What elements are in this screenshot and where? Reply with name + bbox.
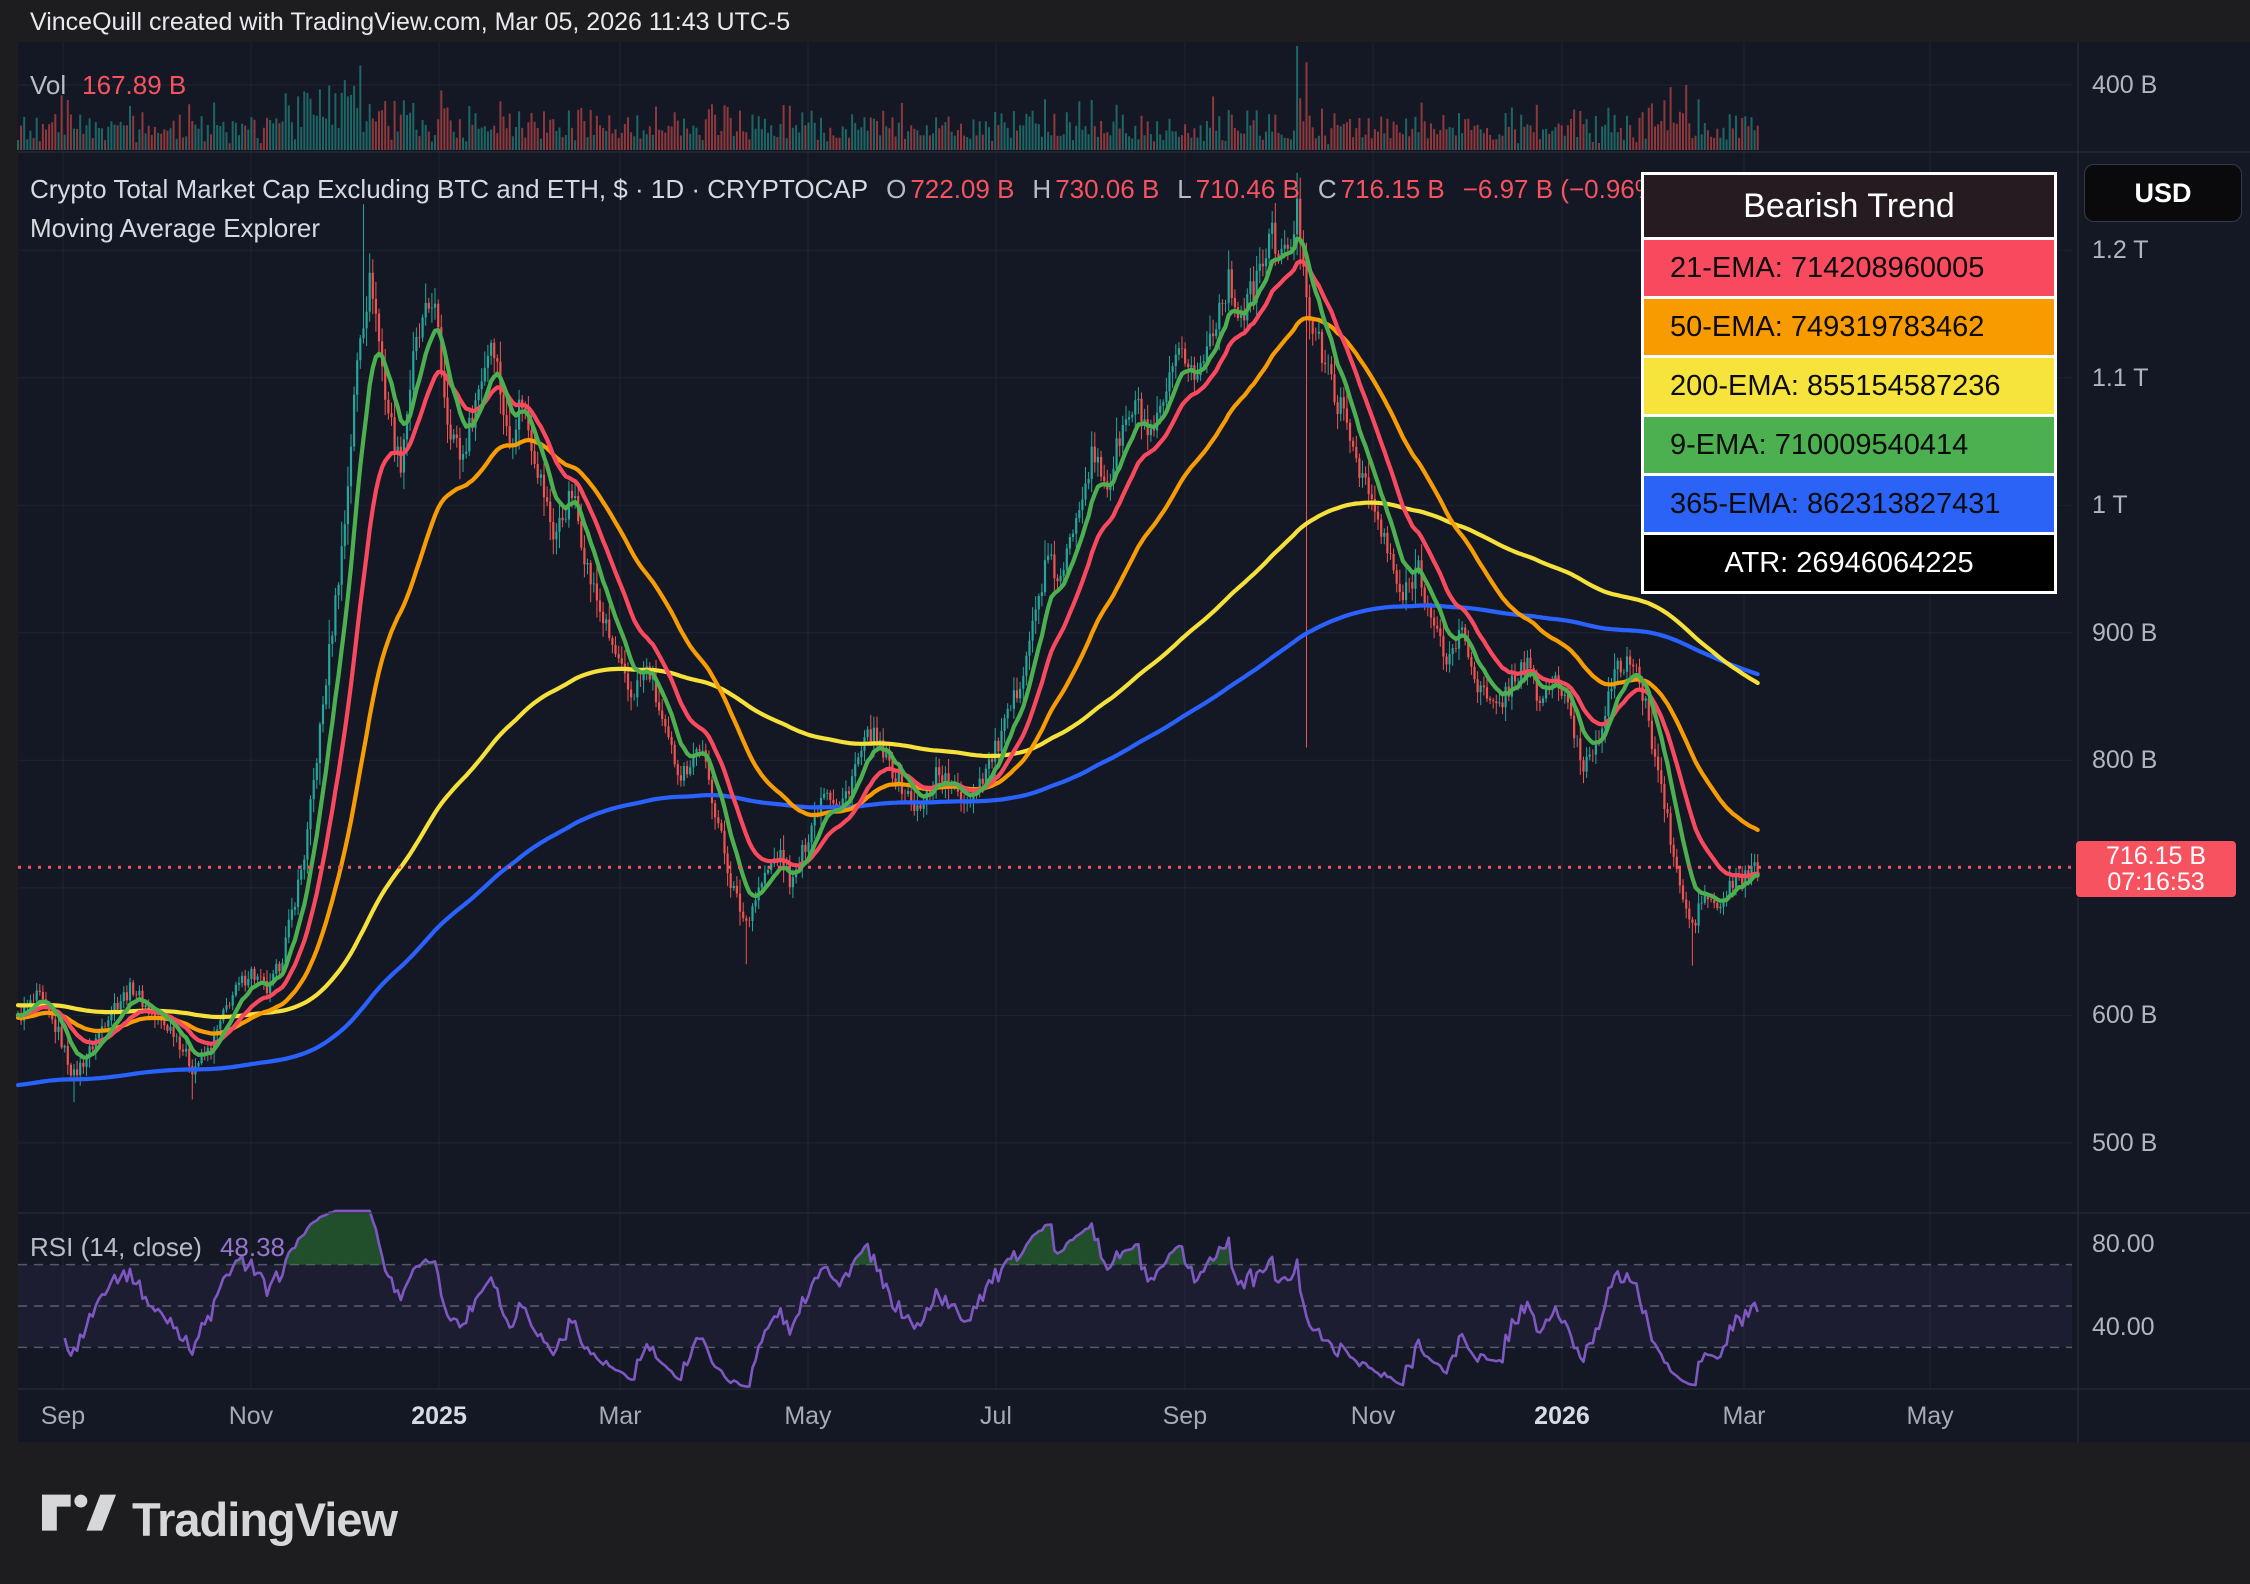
time-axis-month-label: Nov <box>1323 1402 1423 1431</box>
tradingview-logo[interactable]: TradingView <box>42 1492 397 1547</box>
legend-row: ATR: 26946064225 <box>1644 532 2054 591</box>
ohlc-close-label: C <box>1318 174 1337 205</box>
time-axis-month-label: May <box>1880 1402 1980 1431</box>
ohlc-high-label: H <box>1032 174 1051 205</box>
price-axis-tick: 600 B <box>2092 1001 2157 1030</box>
ma-explorer-legend: Bearish Trend 21-EMA: 71420896000550-EMA… <box>1641 172 2057 594</box>
last-price-value: 716.15 B <box>2076 843 2236 869</box>
volume-label[interactable]: Vol <box>30 70 66 101</box>
time-axis-month-label: Mar <box>570 1402 670 1431</box>
ohlc-low-label: L <box>1177 174 1191 205</box>
time-axis-year-label: 2026 <box>1512 1402 1612 1431</box>
ohlc-high-value: 730.06 B <box>1055 174 1159 205</box>
legend-rows: 21-EMA: 71420896000550-EMA: 749319783462… <box>1644 237 2054 591</box>
legend-row: 21-EMA: 714208960005 <box>1644 237 2054 296</box>
ohlc-high: H730.06 B <box>1032 174 1159 205</box>
tradingview-logo-text: TradingView <box>132 1492 397 1547</box>
last-price-label: 716.15 B 07:16:53 <box>2076 841 2236 897</box>
legend-row: 365-EMA: 862313827431 <box>1644 473 2054 532</box>
symbol-title[interactable]: Crypto Total Market Cap Excluding BTC an… <box>30 174 868 205</box>
rsi-indicator-row: RSI (14, close) 48.38 <box>30 1232 285 1263</box>
ohlc-open-value: 722.09 B <box>910 174 1014 205</box>
time-axis-month-label: Mar <box>1694 1402 1794 1431</box>
price-axis-tick: 900 B <box>2092 619 2157 648</box>
ohlc-low-value: 710.46 B <box>1196 174 1300 205</box>
time-axis-month-label: May <box>758 1402 858 1431</box>
time-axis-year-label: 2025 <box>389 1402 489 1431</box>
ohlc-low: L710.46 B <box>1177 174 1300 205</box>
legend-row: 200-EMA: 855154587236 <box>1644 355 2054 414</box>
legend-trend-title: Bearish Trend <box>1644 175 2054 237</box>
rsi-axis-tick: 80.00 <box>2092 1230 2155 1259</box>
rsi-label[interactable]: RSI (14, close) <box>30 1232 202 1263</box>
volume-value: 167.89 B <box>82 70 186 101</box>
time-axis-month-label: Sep <box>1135 1402 1235 1431</box>
legend-row: 9-EMA: 710009540414 <box>1644 414 2054 473</box>
price-axis-tick: 1.2 T <box>2092 236 2149 265</box>
rsi-axis-tick: 40.00 <box>2092 1313 2155 1342</box>
price-axis-tick: 500 B <box>2092 1129 2157 1158</box>
ohlc-close: C716.15 B <box>1318 174 1445 205</box>
volume-indicator-row: Vol 167.89 B <box>30 70 186 101</box>
time-axis-month-label: Sep <box>13 1402 113 1431</box>
ohlc-close-value: 716.15 B <box>1341 174 1445 205</box>
last-price-countdown: 07:16:53 <box>2076 869 2236 895</box>
rsi-value: 48.38 <box>220 1232 285 1263</box>
price-axis-tick: 1 T <box>2092 491 2128 520</box>
time-axis-month-label: Nov <box>201 1402 301 1431</box>
ohlc-open-label: O <box>886 174 906 205</box>
symbol-title-row: Crypto Total Market Cap Excluding BTC an… <box>30 174 1667 205</box>
price-axis-tick: 800 B <box>2092 746 2157 775</box>
price-axis-tick: 1.1 T <box>2092 364 2149 393</box>
tradingview-chart-page: VinceQuill created with TradingView.com,… <box>0 0 2250 1584</box>
ohlc-open: O722.09 B <box>886 174 1014 205</box>
volume-axis-tick: 400 B <box>2092 71 2157 100</box>
indicator-title[interactable]: Moving Average Explorer <box>30 213 320 244</box>
time-axis-month-label: Jul <box>946 1402 1046 1431</box>
tradingview-logo-icon <box>42 1494 116 1546</box>
ohlc-change: −6.97 B (−0.96%) <box>1463 174 1667 205</box>
currency-toggle-button[interactable]: USD <box>2084 164 2242 222</box>
attribution-bar: VinceQuill created with TradingView.com,… <box>30 0 790 42</box>
legend-row: 50-EMA: 749319783462 <box>1644 296 2054 355</box>
